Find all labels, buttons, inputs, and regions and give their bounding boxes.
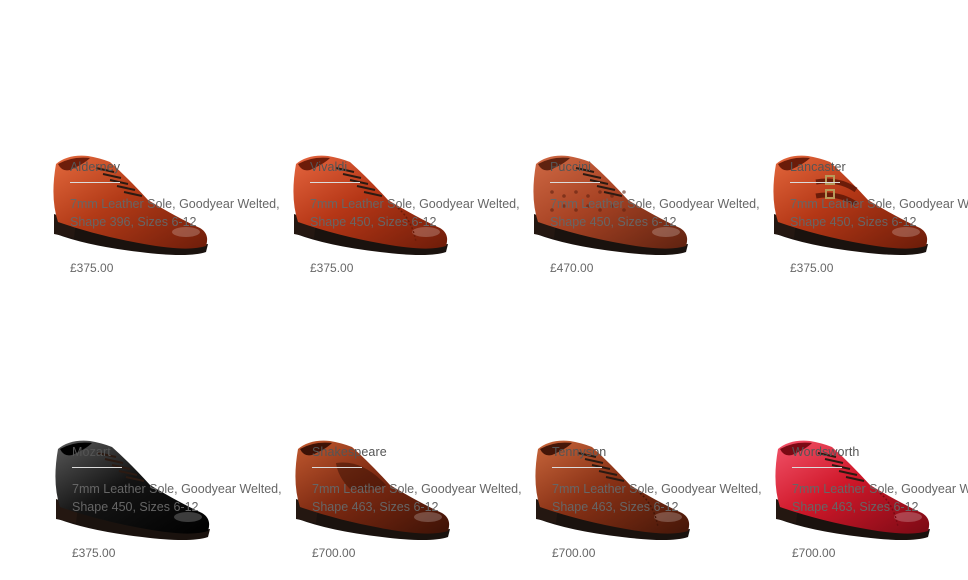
product-price: £375.00 [310, 261, 354, 275]
product-name[interactable]: Vivaldi [310, 160, 347, 174]
divider [552, 467, 602, 468]
product-description: 7mm Leather Sole, Goodyear Welted, Shape… [790, 197, 968, 229]
ostrich-quill [598, 190, 602, 194]
divider [792, 467, 842, 468]
ostrich-quill [550, 190, 554, 194]
product-name[interactable]: Puccini [550, 160, 591, 174]
divider [312, 467, 362, 468]
product-name[interactable]: Mozart [72, 445, 111, 459]
product-name[interactable]: Shakespeare [312, 445, 387, 459]
product-price: £700.00 [552, 546, 596, 560]
product-description: 7mm Leather Sole, Goodyear Welted, Shape… [552, 482, 762, 514]
product-price: £700.00 [792, 546, 836, 560]
product-name[interactable]: Wordsworth [792, 445, 859, 459]
product-price: £700.00 [312, 546, 356, 560]
product-price: £375.00 [70, 261, 114, 275]
product-name[interactable]: Alderney [70, 160, 120, 174]
divider [550, 182, 600, 183]
product-description: 7mm Leather Sole, Goodyear Welted, Shape… [310, 197, 520, 229]
product-description: 7mm Leather Sole, Goodyear Welted, Shape… [312, 482, 522, 514]
product-price: £375.00 [790, 261, 834, 275]
product-description: 7mm Leather Sole, Goodyear Welted, Shape… [70, 197, 280, 229]
divider [310, 182, 360, 183]
product-description: 7mm Leather Sole, Goodyear Welted, Shape… [550, 197, 760, 229]
divider [790, 182, 840, 183]
ostrich-quill [574, 190, 578, 194]
product-price: £470.00 [550, 261, 594, 275]
product-name[interactable]: Lancaster [790, 160, 846, 174]
ostrich-quill [622, 190, 626, 194]
divider [72, 467, 122, 468]
divider [70, 182, 120, 183]
product-name[interactable]: Tennyson [552, 445, 606, 459]
product-description: 7mm Leather Sole, Goodyear Welted, Shape… [72, 482, 282, 514]
product-description: 7mm Leather Sole, Goodyear Welted, Shape… [792, 482, 968, 514]
product-price: £375.00 [72, 546, 116, 560]
